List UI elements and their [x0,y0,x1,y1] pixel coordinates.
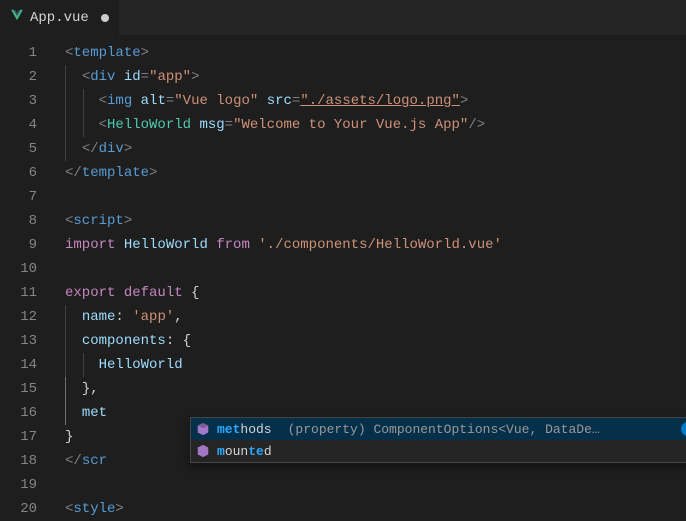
tab-bar: App.vue [0,0,686,35]
line-number-gutter: 1234567891011121314151617181920 [0,35,55,514]
code-area[interactable]: <template> <div id="app"> <img alt="Vue … [55,35,686,514]
suggest-detail: (property) ComponentOptions<Vue, DataDe… [288,422,675,437]
suggest-item-mounted[interactable]: mounted [191,440,686,462]
vue-logo-icon [10,8,24,27]
cube-icon [195,421,211,437]
info-icon[interactable]: i [681,422,686,436]
dirty-indicator-icon [101,14,109,22]
tab-app-vue[interactable]: App.vue [0,0,120,35]
editor[interactable]: 1234567891011121314151617181920 <templat… [0,35,686,514]
intellisense-popup[interactable]: methods (property) ComponentOptions<Vue,… [190,417,686,463]
suggest-label: mounted [217,444,272,459]
cube-icon [195,443,211,459]
tab-filename: App.vue [30,10,89,26]
suggest-label: methods [217,422,272,437]
suggest-item-methods[interactable]: methods (property) ComponentOptions<Vue,… [191,418,686,440]
